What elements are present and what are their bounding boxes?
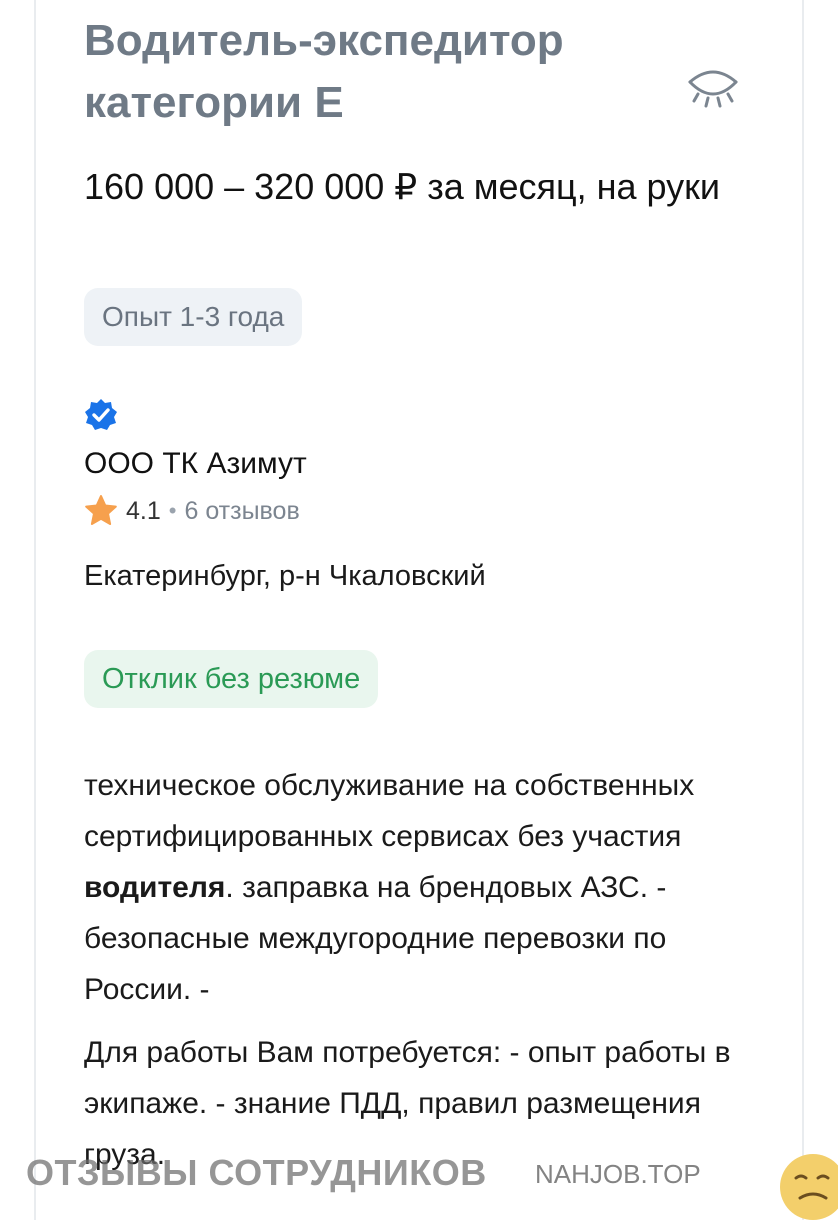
description-highlight: водителя [84,871,226,904]
company-name[interactable]: ООО ТК Азимут [84,444,307,484]
chevron-icon[interactable] [696,0,726,6]
vacancy-title[interactable]: Водитель-экспедитор категории Е [84,10,674,134]
respond-without-resume-badge[interactable]: Отклик без резюме [84,650,379,708]
location: Екатеринбург, р-н Чкаловский [84,560,486,592]
hide-eye-icon[interactable] [686,68,740,110]
rating-value: 4.1 [126,496,161,525]
verified-badge-icon [85,399,117,430]
rating-row: 4.1 • 6 отзывов [84,492,300,530]
separator-dot: • [168,498,177,523]
vacancy-description: техническое обслуживание на собственных … [84,760,754,1192]
description-paragraph: техническое обслуживание на собственных … [84,760,754,1015]
experience-badge: Опыт 1-3 года [84,288,303,346]
description-text: техническое обслуживание на собственных … [84,769,695,853]
watermark-text: ОТЗЫВЫ СОТРУДНИКОВ [26,1152,487,1193]
emoji-face-icon [780,1154,838,1220]
salary: 160 000 – 320 000 ₽ за месяц, на руки [84,166,720,207]
star-icon [85,495,117,525]
reviews-link[interactable]: 6 отзывов [184,497,299,526]
watermark-site: NAHJOB.TOP [535,1159,701,1189]
